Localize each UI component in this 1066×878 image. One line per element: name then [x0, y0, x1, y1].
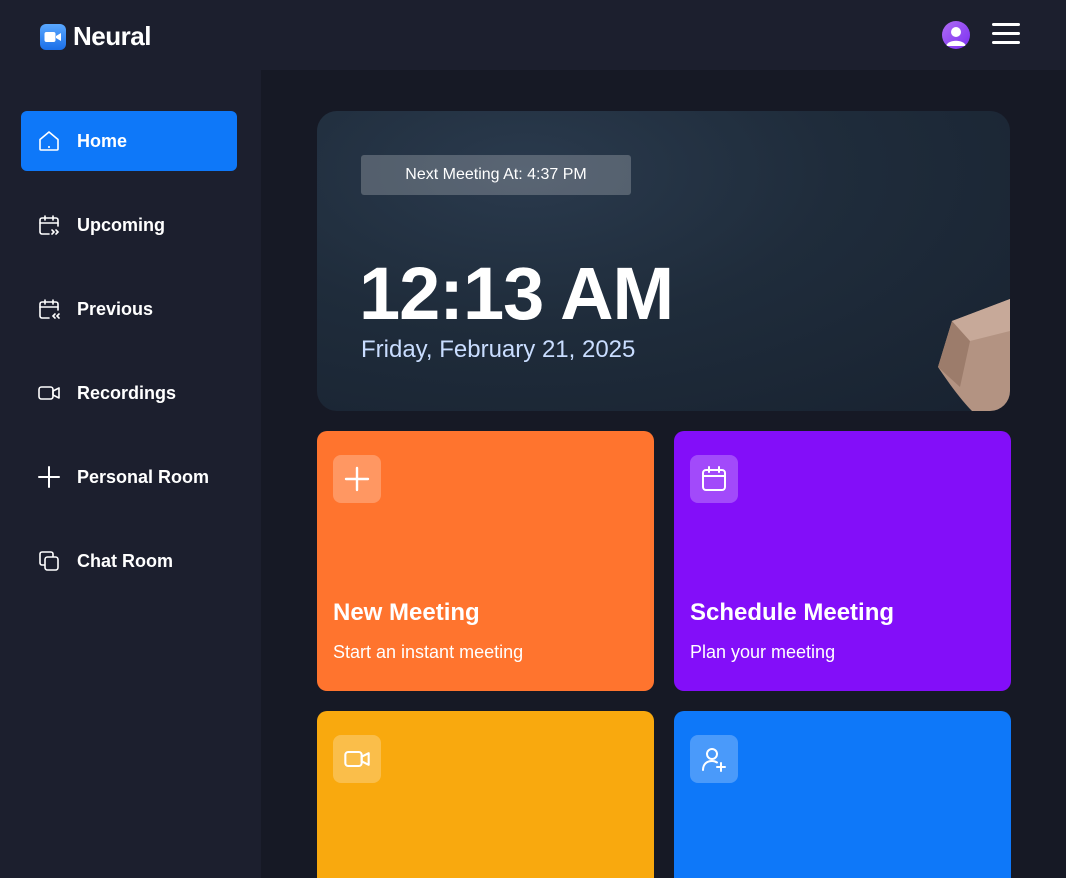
new-meeting-card[interactable]: New Meeting Start an instant meeting: [317, 431, 654, 691]
sidebar-item-home[interactable]: Home: [21, 111, 237, 171]
sidebar-item-upcoming[interactable]: Upcoming: [21, 195, 237, 255]
current-time: 12:13 AM: [359, 252, 674, 335]
next-meeting-badge: Next Meeting At: 4:37 PM: [361, 155, 631, 195]
card-subtitle: Plan your meeting: [690, 642, 836, 662]
calendar-icon: [690, 455, 738, 503]
sidebar-item-label: Chat Room: [77, 550, 173, 571]
plus-icon: [37, 465, 61, 489]
current-date: Friday, February 21, 2025: [361, 336, 636, 363]
card-title: New Meeting: [333, 599, 480, 626]
sidebar-item-label: Previous: [77, 298, 154, 319]
hamburger-menu-icon[interactable]: [992, 23, 1024, 47]
video-icon: [333, 735, 381, 783]
calendar-back-icon: [37, 297, 61, 321]
copy-icon: [37, 549, 61, 573]
sidebar-item-chat-room[interactable]: Chat Room: [21, 531, 237, 591]
sidebar-item-label: Personal Room: [77, 466, 210, 487]
sidebar-item-previous[interactable]: Previous: [21, 279, 237, 339]
schedule-meeting-card[interactable]: Schedule Meeting Plan your meeting: [674, 431, 1011, 691]
plus-icon: [333, 455, 381, 503]
sidebar-item-personal-room[interactable]: Personal Room: [21, 447, 237, 507]
sidebar-item-label: Upcoming: [77, 214, 165, 235]
add-user-icon: [690, 735, 738, 783]
sidebar-item-label: Recordings: [77, 382, 177, 403]
app-name: Neural: [73, 21, 151, 51]
card-subtitle: Start an instant meeting: [333, 642, 524, 662]
home-icon: [37, 129, 61, 153]
hero-banner: Next Meeting At: 4:37 PM 12:13 AM Friday…: [317, 111, 1010, 411]
recordings-card[interactable]: [317, 711, 654, 878]
paper-decoration-icon: [938, 299, 1010, 411]
video-camera-logo-icon: [40, 23, 66, 50]
join-meeting-card[interactable]: [674, 711, 1011, 878]
top-bar: Neural: [0, 0, 1066, 70]
sidebar-item-recordings[interactable]: Recordings: [21, 363, 237, 423]
app-logo[interactable]: Neural: [40, 21, 151, 52]
card-title: Schedule Meeting: [690, 599, 895, 626]
calendar-forward-icon: [37, 213, 61, 237]
user-avatar-icon[interactable]: [942, 21, 970, 49]
video-icon: [37, 381, 61, 405]
sidebar: Home Upcoming Previous Recordings Person…: [0, 70, 261, 878]
sidebar-item-label: Home: [77, 130, 128, 151]
